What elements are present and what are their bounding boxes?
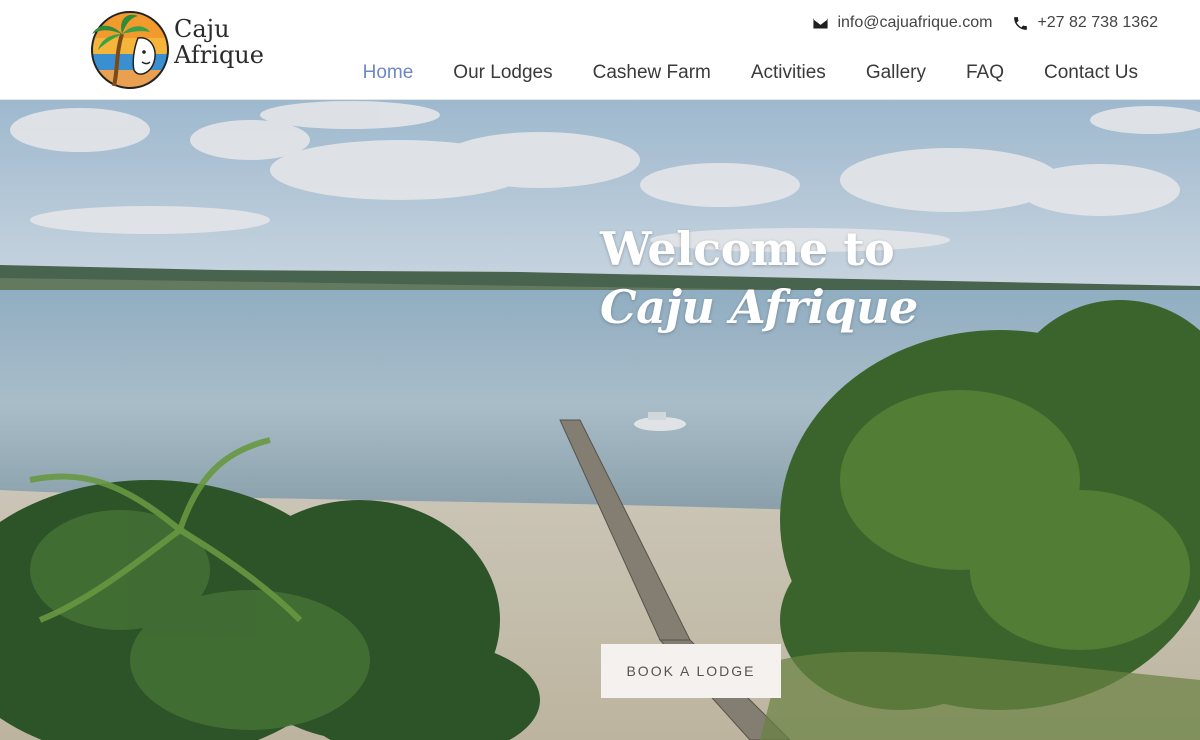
envelope-icon <box>813 18 829 28</box>
nav-item-our-lodges[interactable]: Our Lodges <box>433 60 572 86</box>
phone-icon <box>1014 16 1028 30</box>
email-text: info@cajuafrique.com <box>837 14 993 31</box>
nav-item-cashew-farm[interactable]: Cashew Farm <box>573 60 731 86</box>
nav-item-faq[interactable]: FAQ <box>946 60 1024 86</box>
main-nav: Home Our Lodges Cashew Farm Activities G… <box>343 60 1138 86</box>
nav-item-contact-us[interactable]: Contact Us <box>1024 60 1138 86</box>
nav-item-gallery[interactable]: Gallery <box>846 60 946 86</box>
hero-heading-line1: Welcome to <box>600 222 895 276</box>
hero-lagoon-image <box>0 100 1200 740</box>
phone-text: +27 82 738 1362 <box>1037 14 1158 31</box>
phone-link[interactable]: +27 82 738 1362 <box>1012 14 1158 32</box>
caju-afrique-logo-icon <box>91 11 169 89</box>
nav-item-home[interactable]: Home <box>343 60 434 86</box>
brand-line1: Caju <box>174 15 230 43</box>
site-header: Caju Afrique info@cajuafrique.com +27 82… <box>0 0 1200 100</box>
email-link[interactable]: info@cajuafrique.com <box>812 14 992 32</box>
hero-heading-line2: Caju Afrique <box>600 280 918 334</box>
contact-bar: info@cajuafrique.com +27 82 738 1362 <box>812 14 1158 32</box>
nav-item-activities[interactable]: Activities <box>731 60 846 86</box>
brand-line2: Afrique <box>174 41 264 69</box>
logo-link[interactable]: Caju Afrique <box>88 8 268 94</box>
book-a-lodge-button[interactable]: BOOK A LODGE <box>601 644 781 698</box>
hero-heading: Welcome to Caju Afrique <box>600 220 918 336</box>
hero-section: Welcome to Caju Afrique BOOK A LODGE <box>0 100 1200 740</box>
brand-wordmark: Caju Afrique <box>174 16 264 68</box>
